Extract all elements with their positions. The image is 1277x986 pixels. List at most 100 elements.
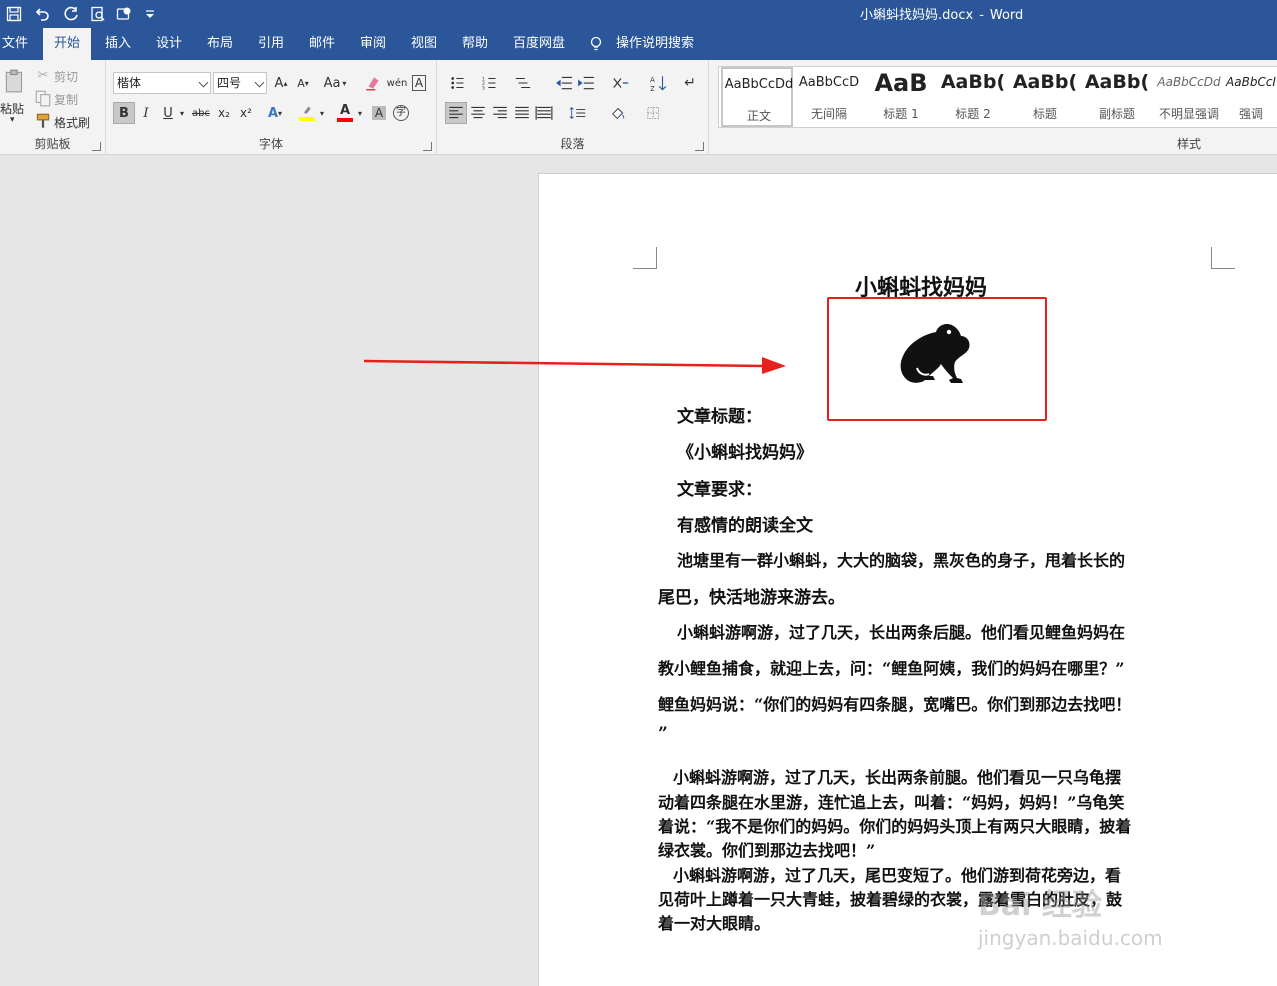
highlight-icon[interactable] (296, 102, 318, 124)
shading-icon[interactable] (605, 102, 633, 124)
font-size-select[interactable]: 四号 (213, 72, 267, 94)
shrink-font-icon[interactable]: A ▾ (292, 72, 314, 94)
distributed-icon[interactable] (533, 102, 555, 124)
tab-insert[interactable]: 插入 (98, 28, 138, 60)
sort-icon[interactable]: AZ (647, 72, 669, 94)
tab-design[interactable]: 设计 (149, 28, 189, 60)
paragraph-launcher-icon[interactable] (695, 142, 704, 151)
increase-indent-icon[interactable] (575, 72, 597, 94)
text-effects-icon[interactable]: A ▾ (264, 102, 286, 124)
font-family-select[interactable]: 楷体 (113, 72, 211, 94)
touch-mode-icon[interactable] (112, 2, 136, 26)
numbering-icon[interactable]: 123 (477, 72, 505, 94)
style-preview: AaBbCcDd (724, 77, 794, 92)
cut-button[interactable]: 剪切 (54, 68, 78, 85)
doc-line-1[interactable]: 文章标题： (677, 402, 762, 427)
undo-icon[interactable] (28, 2, 58, 26)
ribbon-tabs: 文件 开始 插入 设计 布局 引用 邮件 审阅 视图 帮助 百度网盘 操作说明搜… (0, 28, 1277, 60)
chinese-layout-icon[interactable] (607, 72, 635, 94)
grow-font-icon[interactable]: A ▴ (270, 72, 292, 94)
doc-line-8[interactable]: 教小鲤鱼捕食，就迎上去，问：“鲤鱼阿姨，我们的妈妈在哪里？” (658, 655, 1124, 679)
decrease-indent-icon[interactable] (553, 72, 575, 94)
tab-mailings[interactable]: 邮件 (302, 28, 342, 60)
subscript-button[interactable]: x₂ (213, 102, 235, 124)
justify-icon[interactable] (511, 102, 533, 124)
tab-view[interactable]: 视图 (404, 28, 444, 60)
format-painter-icon[interactable] (34, 112, 52, 130)
ribbon-home: 粘贴 ▾ ✂ 剪切 复制 格式刷 剪贴板 楷体 四号 A ▴ A ▾ Aa ▾ wén… (0, 60, 1277, 155)
print-preview-icon[interactable] (86, 2, 110, 26)
doc-line-7[interactable]: 小蝌蚪游啊游，过了几天，长出两条后腿。他们看见鲤鱼妈妈在 (677, 619, 1125, 643)
font-launcher-icon[interactable] (423, 142, 432, 151)
doc-line-5[interactable]: 池塘里有一群小蝌蚪，大大的脑袋，黑灰色的身子，甩着长长的 (677, 547, 1125, 571)
svg-text:A: A (650, 76, 655, 84)
doc-line-14[interactable]: 绿衣裳。你们到那边去找吧！” (658, 837, 875, 861)
enclose-characters-icon[interactable]: 字 (390, 102, 412, 124)
clear-formatting-icon[interactable] (362, 72, 384, 94)
font-color-dropdown-icon[interactable]: ▾ (354, 102, 366, 124)
underline-dropdown-icon[interactable]: ▾ (176, 102, 188, 124)
tab-file[interactable]: 文件 (0, 28, 30, 60)
redo-icon[interactable] (60, 2, 84, 26)
character-border-icon[interactable]: A (408, 72, 430, 94)
style-heading-2[interactable]: AaBb( 标题 2 (937, 67, 1009, 127)
save-icon[interactable] (2, 2, 26, 26)
copy-button[interactable]: 复制 (54, 91, 78, 108)
align-right-icon[interactable] (489, 102, 511, 124)
superscript-button[interactable]: x² (235, 102, 257, 124)
strikethrough-button[interactable]: abc (190, 102, 212, 124)
doc-line-2[interactable]: 《小蝌蚪找妈妈》 (677, 438, 813, 463)
tell-me-search[interactable]: 操作说明搜索 (588, 28, 694, 60)
paste-icon[interactable] (2, 66, 28, 96)
tab-references[interactable]: 引用 (251, 28, 291, 60)
style-title[interactable]: AaBb( 标题 (1009, 67, 1081, 127)
phonetic-guide-icon[interactable]: wén (386, 72, 408, 94)
doc-line-6[interactable]: 尾巴，快活地游来游去。 (658, 583, 845, 608)
bullets-icon[interactable] (445, 72, 473, 94)
line-spacing-icon[interactable] (563, 102, 593, 124)
style-emphasis[interactable]: AaBbCcI 强调 (1225, 67, 1277, 127)
font-size-value: 四号 (217, 76, 242, 90)
align-left-icon[interactable] (445, 102, 467, 124)
tell-me-label: 操作说明搜索 (616, 36, 695, 51)
style-preview: AaBbCcD (798, 75, 860, 90)
tab-help[interactable]: 帮助 (455, 28, 495, 60)
doc-line-13[interactable]: 着说：“我不是你们的妈妈。你们的妈妈头顶上有两只大眼睛，披着 (658, 813, 1131, 837)
doc-line-12[interactable]: 动着四条腿在水里游，连忙追上去，叫着：“妈妈，妈妈！”乌龟笑 (658, 789, 1124, 813)
doc-line-17[interactable]: 着一对大眼睛。 (658, 910, 770, 934)
doc-line-4[interactable]: 有感情的朗读全文 (677, 511, 813, 536)
style-subtle-emphasis[interactable]: AaBbCcDd 不明显强调 (1153, 67, 1225, 127)
show-marks-icon[interactable]: ↵ (679, 72, 701, 94)
doc-line-3[interactable]: 文章要求： (677, 475, 762, 500)
copy-icon[interactable] (34, 89, 52, 107)
tab-review[interactable]: 审阅 (353, 28, 393, 60)
borders-icon[interactable] (641, 102, 669, 124)
paste-dropdown-icon[interactable]: ▾ (10, 115, 15, 125)
style-normal[interactable]: AaBbCcDd 正文 (721, 67, 793, 127)
character-shading-icon[interactable]: A (368, 102, 390, 124)
doc-line-9[interactable]: 鲤鱼妈妈说：“你们的妈妈有四条腿，宽嘴巴。你们到那边去找吧！ (658, 691, 1131, 715)
clipboard-group-label: 剪贴板 (34, 137, 71, 151)
font-color-icon[interactable]: A (334, 102, 356, 124)
change-case-button[interactable]: Aa ▾ (320, 72, 350, 94)
doc-line-10[interactable]: ” (658, 724, 668, 744)
scissors-icon[interactable]: ✂ (34, 66, 52, 84)
style-subtitle[interactable]: AaBb( 副标题 (1081, 67, 1153, 127)
tab-layout[interactable]: 布局 (200, 28, 240, 60)
style-name: 副标题 (1098, 107, 1135, 121)
highlight-dropdown-icon[interactable]: ▾ (316, 102, 328, 124)
strikethrough-label: abc (192, 107, 210, 119)
align-center-icon[interactable] (467, 102, 489, 124)
clipboard-launcher-icon[interactable] (92, 142, 101, 151)
bold-button[interactable]: B (113, 102, 135, 124)
style-heading-1[interactable]: AaB 标题 1 (865, 67, 937, 127)
style-no-spacing[interactable]: AaBbCcD 无间隔 (793, 67, 865, 127)
format-painter-button[interactable]: 格式刷 (54, 114, 90, 131)
tab-baidu-netdisk[interactable]: 百度网盘 (506, 28, 572, 60)
style-name: 正文 (746, 109, 771, 123)
italic-button[interactable]: I (135, 102, 157, 124)
tab-home[interactable]: 开始 (43, 28, 91, 60)
doc-line-11[interactable]: 小蝌蚪游啊游，过了几天，长出两条前腿。他们看见一只乌龟摆 (673, 764, 1121, 788)
multilevel-list-icon[interactable] (509, 72, 537, 94)
customize-qat-icon[interactable] (138, 2, 162, 26)
